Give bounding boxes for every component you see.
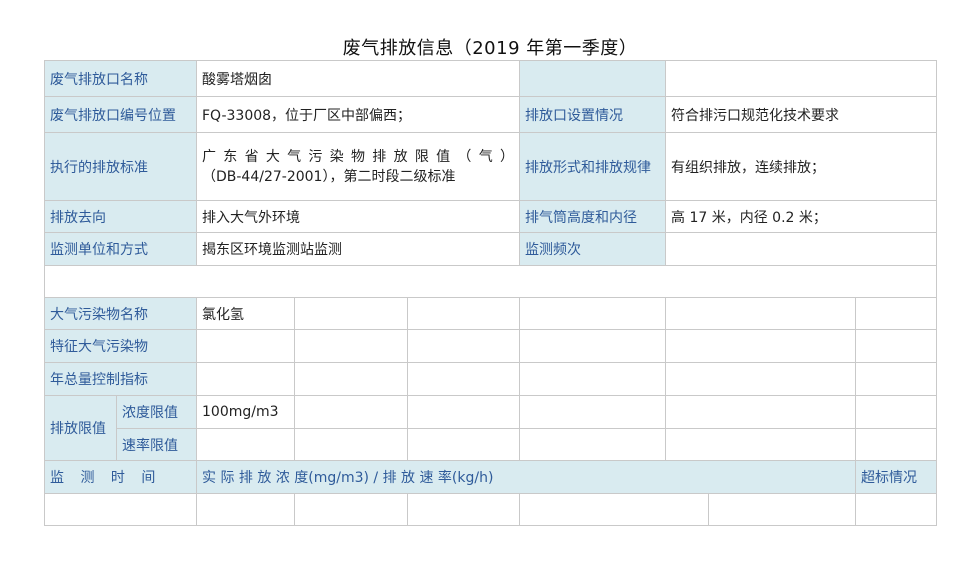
destination-label: 排放去向: [44, 200, 197, 233]
standard-value-line2: （DB-44/27-2001），第二时段二级标准: [202, 168, 456, 185]
empty-cell: [407, 329, 520, 363]
pollutant-name-label: 大气污染物名称: [44, 297, 197, 330]
empty-cell: [519, 493, 709, 526]
table-row: 执行的排放标准 广东省大气污染物排放限值（气） （DB-44/27-2001），…: [44, 132, 938, 201]
standard-value-line1: 广东省大气污染物排放限值（气）: [202, 148, 514, 165]
table-row: 排放去向 排入大气外环境 排气筒高度和内径 高 17 米，内径 0.2 米；: [44, 200, 938, 233]
empty-cell: [294, 362, 408, 396]
annual-total-label: 年总量控制指标: [44, 362, 197, 396]
outlet-code-value: FQ-33008，位于厂区中部偏西；: [196, 96, 520, 133]
exceed-label: 超标情况: [854, 460, 938, 494]
empty-cell: [665, 329, 856, 363]
table-row: 排放限值 浓度限值 100mg/m3: [44, 395, 938, 461]
empty-cell: [519, 297, 666, 330]
empty-cell: [854, 329, 938, 363]
outlet-name-value: 酸雾塔烟囱: [196, 60, 520, 97]
table-row: 监测单位和方式 揭东区环境监测站监测 监测频次: [44, 232, 938, 266]
rate-limit-label: 速率限值: [116, 428, 197, 461]
blank-value-cell: [664, 60, 938, 97]
table-row: 废气排放口编号位置 FQ-33008，位于厂区中部偏西； 排放口设置情况 符合排…: [44, 96, 938, 133]
empty-cell: [43, 265, 938, 298]
monitor-unit-label: 监测单位和方式: [44, 232, 197, 266]
empty-cell: [519, 362, 666, 396]
blank-label-cell: [519, 60, 666, 97]
spacer-row: [43, 265, 938, 298]
empty-cell: [854, 362, 938, 396]
table-row: [44, 493, 938, 526]
empty-cell: [708, 493, 856, 526]
empty-cell: [294, 329, 408, 363]
empty-cell: [854, 493, 938, 526]
monitor-unit-value: 揭东区环境监测站监测: [196, 232, 520, 266]
empty-cell: [519, 329, 666, 363]
empty-cell: [407, 428, 520, 461]
table-row: 年总量控制指标: [44, 362, 938, 396]
concentration-limit-value: 100mg/m3: [196, 395, 295, 429]
outlet-setup-label: 排放口设置情况: [519, 96, 666, 133]
empty-cell: [196, 329, 295, 363]
stack-label: 排气筒高度和内径: [519, 200, 666, 233]
standard-value: 广东省大气污染物排放限值（气） （DB-44/27-2001），第二时段二级标准: [196, 132, 520, 201]
emission-form-label: 排放形式和排放规律: [519, 132, 666, 201]
standard-label: 执行的排放标准: [44, 132, 197, 201]
monitor-freq-label: 监测频次: [519, 232, 666, 266]
emission-limit-label: 排放限值: [44, 395, 117, 461]
empty-cell: [407, 362, 520, 396]
empty-cell: [196, 428, 295, 461]
empty-cell: [665, 297, 856, 330]
empty-cell: [665, 395, 856, 429]
empty-cell: [854, 395, 938, 429]
outlet-setup-value: 符合排污口规范化技术要求: [664, 96, 938, 133]
empty-cell: [519, 395, 666, 429]
empty-cell: [294, 395, 408, 429]
empty-cell: [196, 362, 295, 396]
actual-emission-label: 实 际 排 放 浓 度(mg/m3) / 排 放 速 率(kg/h): [196, 460, 856, 494]
empty-cell: [665, 362, 856, 396]
concentration-limit-label: 浓度限值: [116, 395, 197, 429]
empty-cell: [44, 493, 197, 526]
characteristic-label: 特征大气污染物: [44, 329, 197, 363]
monitor-header-row: 监 测 时 间 实 际 排 放 浓 度(mg/m3) / 排 放 速 率(kg/…: [44, 460, 938, 494]
destination-value: 排入大气外环境: [196, 200, 520, 233]
table-row: 废气排放口名称 酸雾塔烟囱: [44, 60, 938, 97]
empty-cell: [407, 395, 520, 429]
table-row: 特征大气污染物: [44, 329, 938, 363]
table-row: 速率限值: [45, 428, 938, 461]
empty-cell: [196, 493, 295, 526]
monitor-freq-value: [664, 232, 938, 266]
empty-cell: [294, 428, 408, 461]
outlet-code-label: 废气排放口编号位置: [44, 96, 197, 133]
empty-cell: [519, 428, 666, 461]
empty-cell: [294, 493, 408, 526]
emission-info-table: 废气排放口名称 酸雾塔烟囱 废气排放口编号位置 FQ-33008，位于厂区中部偏…: [43, 60, 938, 526]
stack-value: 高 17 米，内径 0.2 米；: [664, 200, 938, 233]
empty-cell: [854, 297, 938, 330]
empty-cell: [407, 297, 520, 330]
outlet-name-label: 废气排放口名称: [44, 60, 197, 97]
empty-cell: [854, 428, 938, 461]
table-row: 大气污染物名称 氯化氢: [44, 297, 938, 330]
monitor-time-label: 监 测 时 间: [44, 460, 197, 494]
document-page: 废气排放信息（2019 年第一季度） 废气排放口名称 酸雾塔烟囱 废气排放口编号…: [0, 0, 980, 567]
pollutant-name-value: 氯化氢: [196, 297, 295, 330]
empty-cell: [665, 428, 856, 461]
emission-form-value: 有组织排放，连续排放；: [664, 132, 938, 201]
empty-cell: [407, 493, 520, 526]
page-title: 废气排放信息（2019 年第一季度）: [342, 38, 638, 59]
empty-cell: [294, 297, 408, 330]
